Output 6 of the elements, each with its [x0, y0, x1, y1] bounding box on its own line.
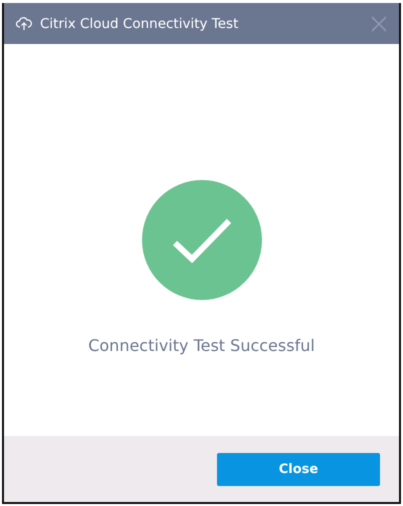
close-icon[interactable]	[371, 16, 387, 32]
status-message: Connectivity Test Successful	[88, 336, 315, 355]
close-button[interactable]: Close	[217, 452, 380, 486]
cloud-upload-icon	[16, 16, 32, 30]
checkmark-icon	[172, 217, 232, 263]
window-title: Citrix Cloud Connectivity Test	[40, 16, 240, 32]
